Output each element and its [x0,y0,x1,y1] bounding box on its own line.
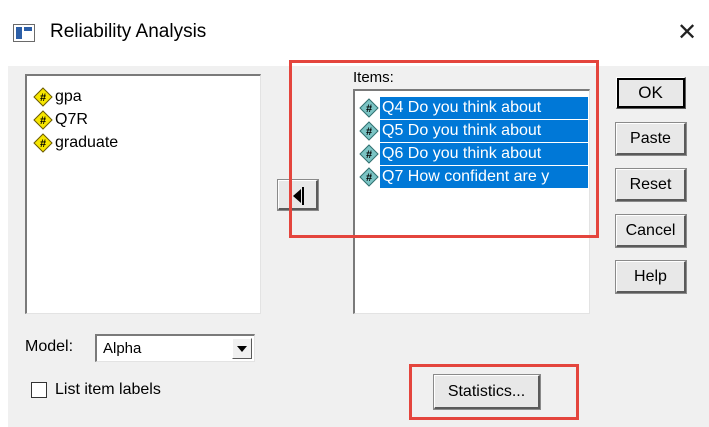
window-title: Reliability Analysis [50,21,207,42]
scale-variable-icon [33,87,53,107]
list-item-labels-checkbox[interactable] [31,382,47,398]
scale-variable-icon [33,133,53,153]
cancel-button[interactable]: Cancel [615,214,687,248]
variable-label: graduate [55,134,119,151]
statistics-highlight-box [409,364,579,420]
list-item[interactable]: graduate [33,132,118,154]
paste-button[interactable]: Paste [615,122,687,156]
model-selected-value: Alpha [103,340,142,357]
variable-label: gpa [55,88,82,105]
items-highlight-box [289,60,599,238]
title-bar: Reliability Analysis ✕ [0,0,709,66]
source-variable-list[interactable]: gpa Q7R graduate [25,74,261,314]
chevron-down-icon [237,346,247,352]
close-icon[interactable]: ✕ [672,18,702,48]
dropdown-button[interactable] [232,338,252,359]
list-item[interactable]: Q7R [33,109,88,131]
ok-button[interactable]: OK [616,77,686,109]
variable-label: Q7R [55,111,88,128]
model-label: Model: [25,338,74,355]
scale-variable-icon [33,110,53,130]
list-item[interactable]: gpa [33,86,82,108]
reset-button[interactable]: Reset [615,168,687,202]
spss-window-icon [13,24,35,42]
help-button[interactable]: Help [615,260,687,294]
model-select[interactable]: Alpha [95,334,255,362]
list-item-labels-label: List item labels [55,381,161,398]
